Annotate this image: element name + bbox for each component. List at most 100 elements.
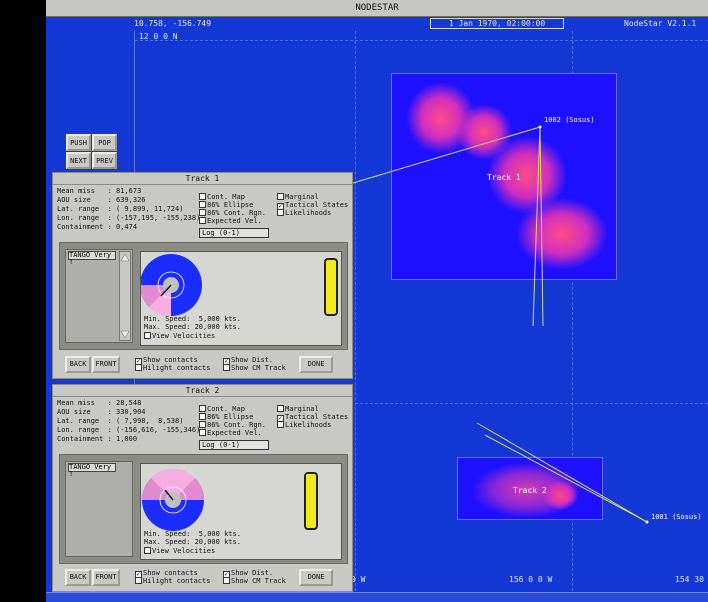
option-expected-vel[interactable]: Expected Vel. (199, 217, 262, 225)
list-item[interactable]: TANGO Very ! (68, 251, 116, 266)
option-expected-vel[interactable]: Expected Vel. (199, 429, 262, 437)
stat-containment: Containment : 1,000 (57, 435, 138, 443)
checkbox[interactable] (199, 405, 206, 412)
checkbox[interactable] (199, 429, 206, 436)
push-button[interactable]: PUSH (66, 134, 91, 151)
sensor-1001-marker (645, 520, 649, 524)
contact-list[interactable]: TANGO Very ! (65, 249, 133, 343)
option-label: Likelihoods (285, 209, 332, 217)
checkbox[interactable] (277, 193, 284, 200)
done-button[interactable]: DONE (299, 569, 333, 586)
scroll-up-icon[interactable] (120, 253, 130, 262)
sensor-1002-marker (538, 125, 542, 129)
sensor-1001-label: 1001 (Sosus) (651, 513, 702, 521)
lon-label: 154 30 (675, 575, 704, 584)
option-label: Hilight contacts (143, 364, 211, 372)
option-label: 86% Cont. Rgn. (207, 421, 267, 429)
panel-footer: BACK FRONT ✓ Show contacts Hilight contac… (53, 352, 352, 378)
checkbox[interactable] (199, 193, 206, 200)
velocity-section: TANGO Very ! Min. Speed: 5,000 kts. Max.… (59, 454, 348, 564)
option-likelihoods[interactable]: Likelihoods (277, 209, 331, 217)
min-speed: Min. Speed: 5,000 kts. (144, 530, 241, 538)
option-label: Tactical States (285, 413, 349, 421)
date-display[interactable]: 1 Jan 1970, 02:00:00 (430, 18, 564, 29)
checkbox[interactable] (199, 413, 206, 420)
scroll-arrows (120, 253, 130, 339)
option-marginal[interactable]: Marginal (277, 193, 319, 201)
option-cont-rgn[interactable]: 86% Cont. Rgn. (199, 209, 266, 217)
checkbox[interactable] (277, 405, 284, 412)
log-scale-field[interactable]: Log (0-1) (199, 440, 269, 450)
bearing-line (352, 126, 541, 184)
option-marginal[interactable]: Marginal (277, 405, 319, 413)
option-likelihoods[interactable]: Likelihoods (277, 421, 331, 429)
panel-title: Track 2 (53, 385, 352, 397)
stat-lon-range: Lon. range : (-156,616, -155,346) (57, 426, 201, 434)
window-titlebar[interactable]: NODESTAR (46, 0, 708, 17)
option-label: Show contacts (143, 569, 198, 577)
bearing-line (532, 126, 541, 327)
list-item[interactable]: TANGO Very ! (68, 463, 116, 478)
checkbox[interactable] (144, 332, 151, 339)
velocity-plot[interactable]: Min. Speed: 5,000 kts. Max. Speed: 20,00… (140, 251, 342, 346)
max-speed: Max. Speed: 20,000 kts. (144, 538, 241, 546)
front-button[interactable]: FRONT (92, 569, 120, 586)
yellow-scale-bar (304, 472, 318, 530)
option-label: Cont. Map (207, 405, 245, 413)
option-label: Marginal (285, 193, 319, 201)
option-label: Show CM Track (231, 577, 286, 585)
checkbox[interactable] (144, 547, 151, 554)
option-cont-map[interactable]: Cont. Map (199, 193, 245, 201)
option-show-cm-track[interactable]: Show CM Track (223, 577, 286, 585)
checkbox[interactable] (135, 364, 142, 371)
lon-label: 156 0 0 W (509, 575, 553, 584)
checkbox[interactable] (223, 364, 230, 371)
stat-mean-miss: Mean miss : 28,548 (57, 399, 142, 407)
option-show-cm-track[interactable]: Show CM Track (223, 364, 286, 372)
option-label: Tactical States (285, 201, 349, 209)
back-button[interactable]: BACK (65, 356, 91, 373)
option-label: Show CM Track (231, 364, 286, 372)
option-label: Hilight contacts (143, 577, 211, 585)
sensor-1002-label: 1002 (Sosus) (544, 116, 595, 124)
option-ellipse[interactable]: 86% Ellipse (199, 413, 253, 421)
option-cont-map[interactable]: Cont. Map (199, 405, 245, 413)
option-view-velocities[interactable]: View Velocities (144, 332, 215, 340)
checkbox[interactable] (277, 209, 284, 216)
prev-button[interactable]: PREV (92, 152, 117, 169)
cursor-coords: 10.758, -156.749 (134, 19, 212, 28)
stat-lat-range: Lat. range : ( 9,899, 11,724) (57, 205, 184, 213)
next-button[interactable]: NEXT (66, 152, 91, 169)
checkbox[interactable] (135, 577, 142, 584)
status-bar (46, 592, 708, 602)
window-title: NODESTAR (355, 3, 399, 13)
option-label: Cont. Map (207, 193, 245, 201)
stat-lon-range: Lon. range : (-157,195, -155,238) (57, 214, 201, 222)
option-cont-rgn[interactable]: 86% Cont. Rgn. (199, 421, 266, 429)
scroll-down-icon[interactable] (120, 330, 130, 339)
list-scrollbar[interactable] (119, 251, 131, 341)
checkbox[interactable] (199, 217, 206, 224)
bearing-line (539, 126, 544, 327)
back-button[interactable]: BACK (65, 569, 91, 586)
checkbox[interactable] (199, 201, 206, 208)
panel-footer: BACK FRONT ✓ Show contacts Hilight contac… (53, 565, 352, 591)
checkbox[interactable] (199, 209, 206, 216)
bearing-line (476, 422, 648, 523)
option-hilight-contacts[interactable]: Hilight contacts (135, 577, 210, 585)
checkbox[interactable] (223, 577, 230, 584)
option-view-velocities[interactable]: View Velocities (144, 547, 215, 555)
contact-list[interactable]: TANGO Very ! (65, 461, 133, 557)
checkbox[interactable] (199, 421, 206, 428)
log-scale-field[interactable]: Log (0-1) (199, 228, 269, 238)
option-label: 86% Cont. Rgn. (207, 209, 267, 217)
velocity-plot[interactable]: Min. Speed: 5,000 kts. Max. Speed: 20,00… (140, 463, 342, 560)
lon-label: 0 W (351, 575, 366, 584)
done-button[interactable]: DONE (299, 356, 333, 373)
option-ellipse[interactable]: 86% Ellipse (199, 201, 253, 209)
pop-button[interactable]: POP (92, 134, 117, 151)
checkbox[interactable] (277, 421, 284, 428)
option-label: Likelihoods (285, 421, 332, 429)
option-hilight-contacts[interactable]: Hilight contacts (135, 364, 210, 372)
front-button[interactable]: FRONT (92, 356, 120, 373)
